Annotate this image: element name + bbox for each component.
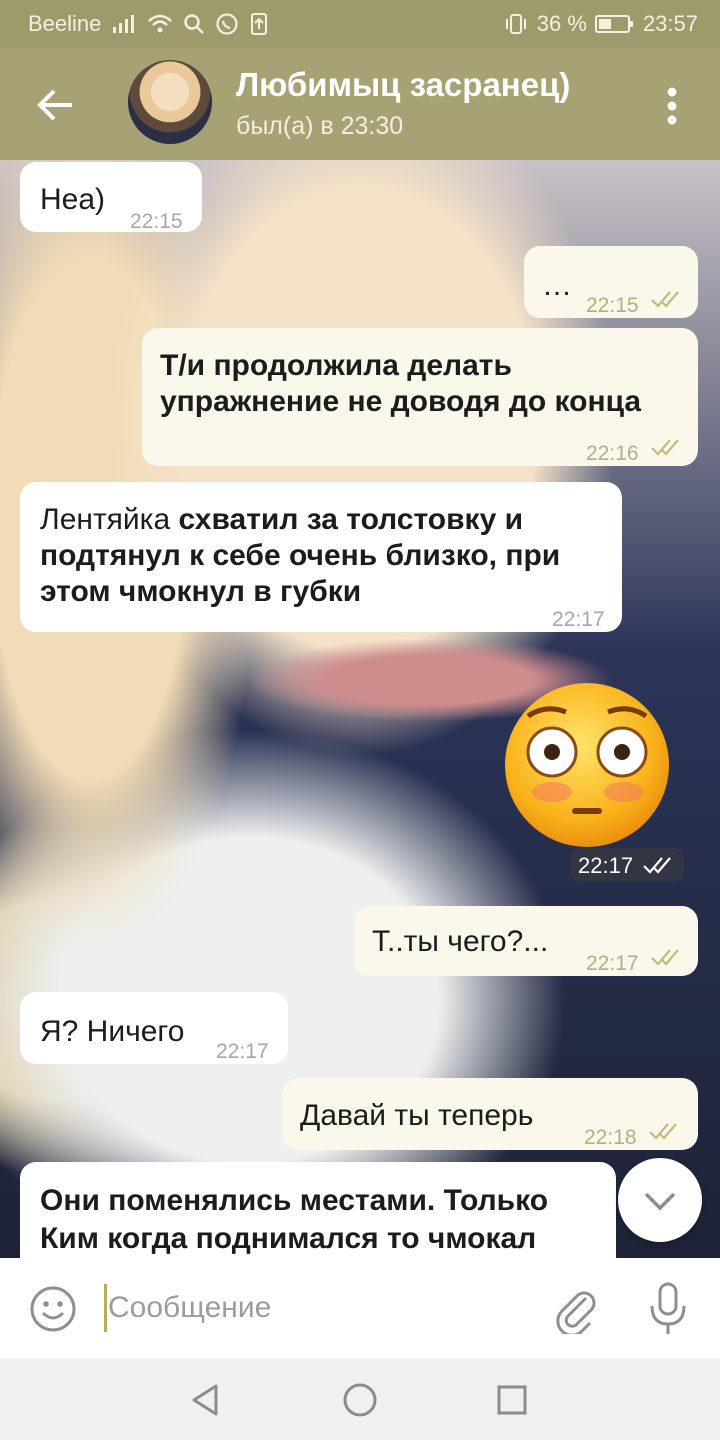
message-input[interactable]	[108, 1284, 528, 1332]
read-checkmarks-icon	[651, 291, 679, 308]
avatar[interactable]	[128, 60, 212, 144]
home-circle-icon[interactable]	[340, 1380, 380, 1420]
battery-percent: 36 %	[536, 11, 587, 36]
message-text: Т/и продолжила делать упражнение не дово…	[160, 349, 642, 418]
read-checkmarks-icon	[651, 949, 679, 966]
read-checkmarks-icon	[651, 439, 679, 456]
flushed-face-emoji[interactable]	[502, 680, 672, 850]
chat-header: Любимыц засранец) был(а) в 23:30	[0, 48, 720, 160]
more-vert-icon[interactable]	[654, 84, 690, 128]
message-text: …	[542, 269, 572, 302]
attach-icon[interactable]	[552, 1284, 600, 1334]
message-text-plain: Лентяйка	[40, 503, 171, 536]
chat-area[interactable]: Неа) 22:15 … 22:15 Т/и продолжила делать…	[0, 160, 720, 1258]
message-bubble-outgoing[interactable]: … 22:15	[524, 246, 698, 318]
message-bubble-outgoing[interactable]: Т/и продолжила делать упражнение не дово…	[142, 328, 698, 466]
vibrate-icon	[505, 14, 526, 34]
message-text: Они поменялись местами. Только Ким когда…	[40, 1184, 549, 1255]
message-bubble-incoming[interactable]: Лентяйка схватил за толстовку и подтянул…	[20, 482, 622, 632]
message-time: 22:15	[130, 210, 183, 233]
message-time: 22:17	[216, 1040, 269, 1063]
message-time: 22:18	[584, 1126, 637, 1149]
sticker-time-badge: 22:17	[570, 848, 684, 882]
message-bubble-incoming[interactable]: Я? Ничего 22:17	[20, 992, 288, 1064]
back-arrow-icon[interactable]	[30, 80, 80, 130]
message-bubble-incoming[interactable]: Они поменялись местами. Только Ким когда…	[20, 1162, 616, 1258]
message-text: Давай ты теперь	[300, 1099, 534, 1132]
signal-icon	[113, 15, 135, 33]
message-time: 22:15	[586, 294, 639, 317]
emoji-icon[interactable]	[28, 1284, 78, 1334]
message-text: Лентяйка схватил за толстовку и подтянул…	[40, 502, 610, 610]
chat-title[interactable]: Любимыц засранец)	[236, 66, 570, 104]
carrier-name: Beeline	[28, 11, 102, 36]
search-icon	[184, 14, 205, 34]
chevron-down-icon	[644, 1192, 676, 1211]
text-cursor	[104, 1284, 107, 1332]
recents-square-icon[interactable]	[492, 1380, 532, 1420]
mic-icon[interactable]	[646, 1280, 690, 1338]
message-text: Т..ты чего?...	[372, 925, 549, 958]
read-checkmarks-icon	[649, 1123, 677, 1140]
status-bar: Beeline 36 % 23:57	[0, 0, 720, 48]
message-time: 22:17	[578, 853, 634, 878]
wifi-icon	[148, 14, 173, 33]
message-bubble-incoming[interactable]: Неа) 22:15	[20, 162, 202, 233]
clock: 23:57	[642, 11, 698, 36]
last-seen-status: был(а) в 23:30	[236, 112, 404, 140]
message-time: 22:17	[586, 952, 639, 975]
message-text: Я? Ничего	[40, 1015, 185, 1048]
read-checkmarks-icon	[643, 857, 671, 874]
upload-icon	[251, 13, 268, 35]
whatsapp-icon	[216, 13, 238, 35]
battery-icon	[594, 15, 633, 33]
system-nav-bar	[0, 1358, 720, 1440]
message-text: Неа)	[40, 183, 106, 216]
message-time: 22:16	[586, 442, 639, 465]
message-bubble-outgoing[interactable]: Т..ты чего?... 22:17	[354, 906, 698, 976]
back-triangle-icon[interactable]	[186, 1380, 226, 1420]
message-bubble-outgoing[interactable]: Давай ты теперь 22:18	[282, 1078, 698, 1150]
message-time: 22:17	[552, 608, 605, 631]
scroll-down-button[interactable]	[618, 1158, 702, 1242]
